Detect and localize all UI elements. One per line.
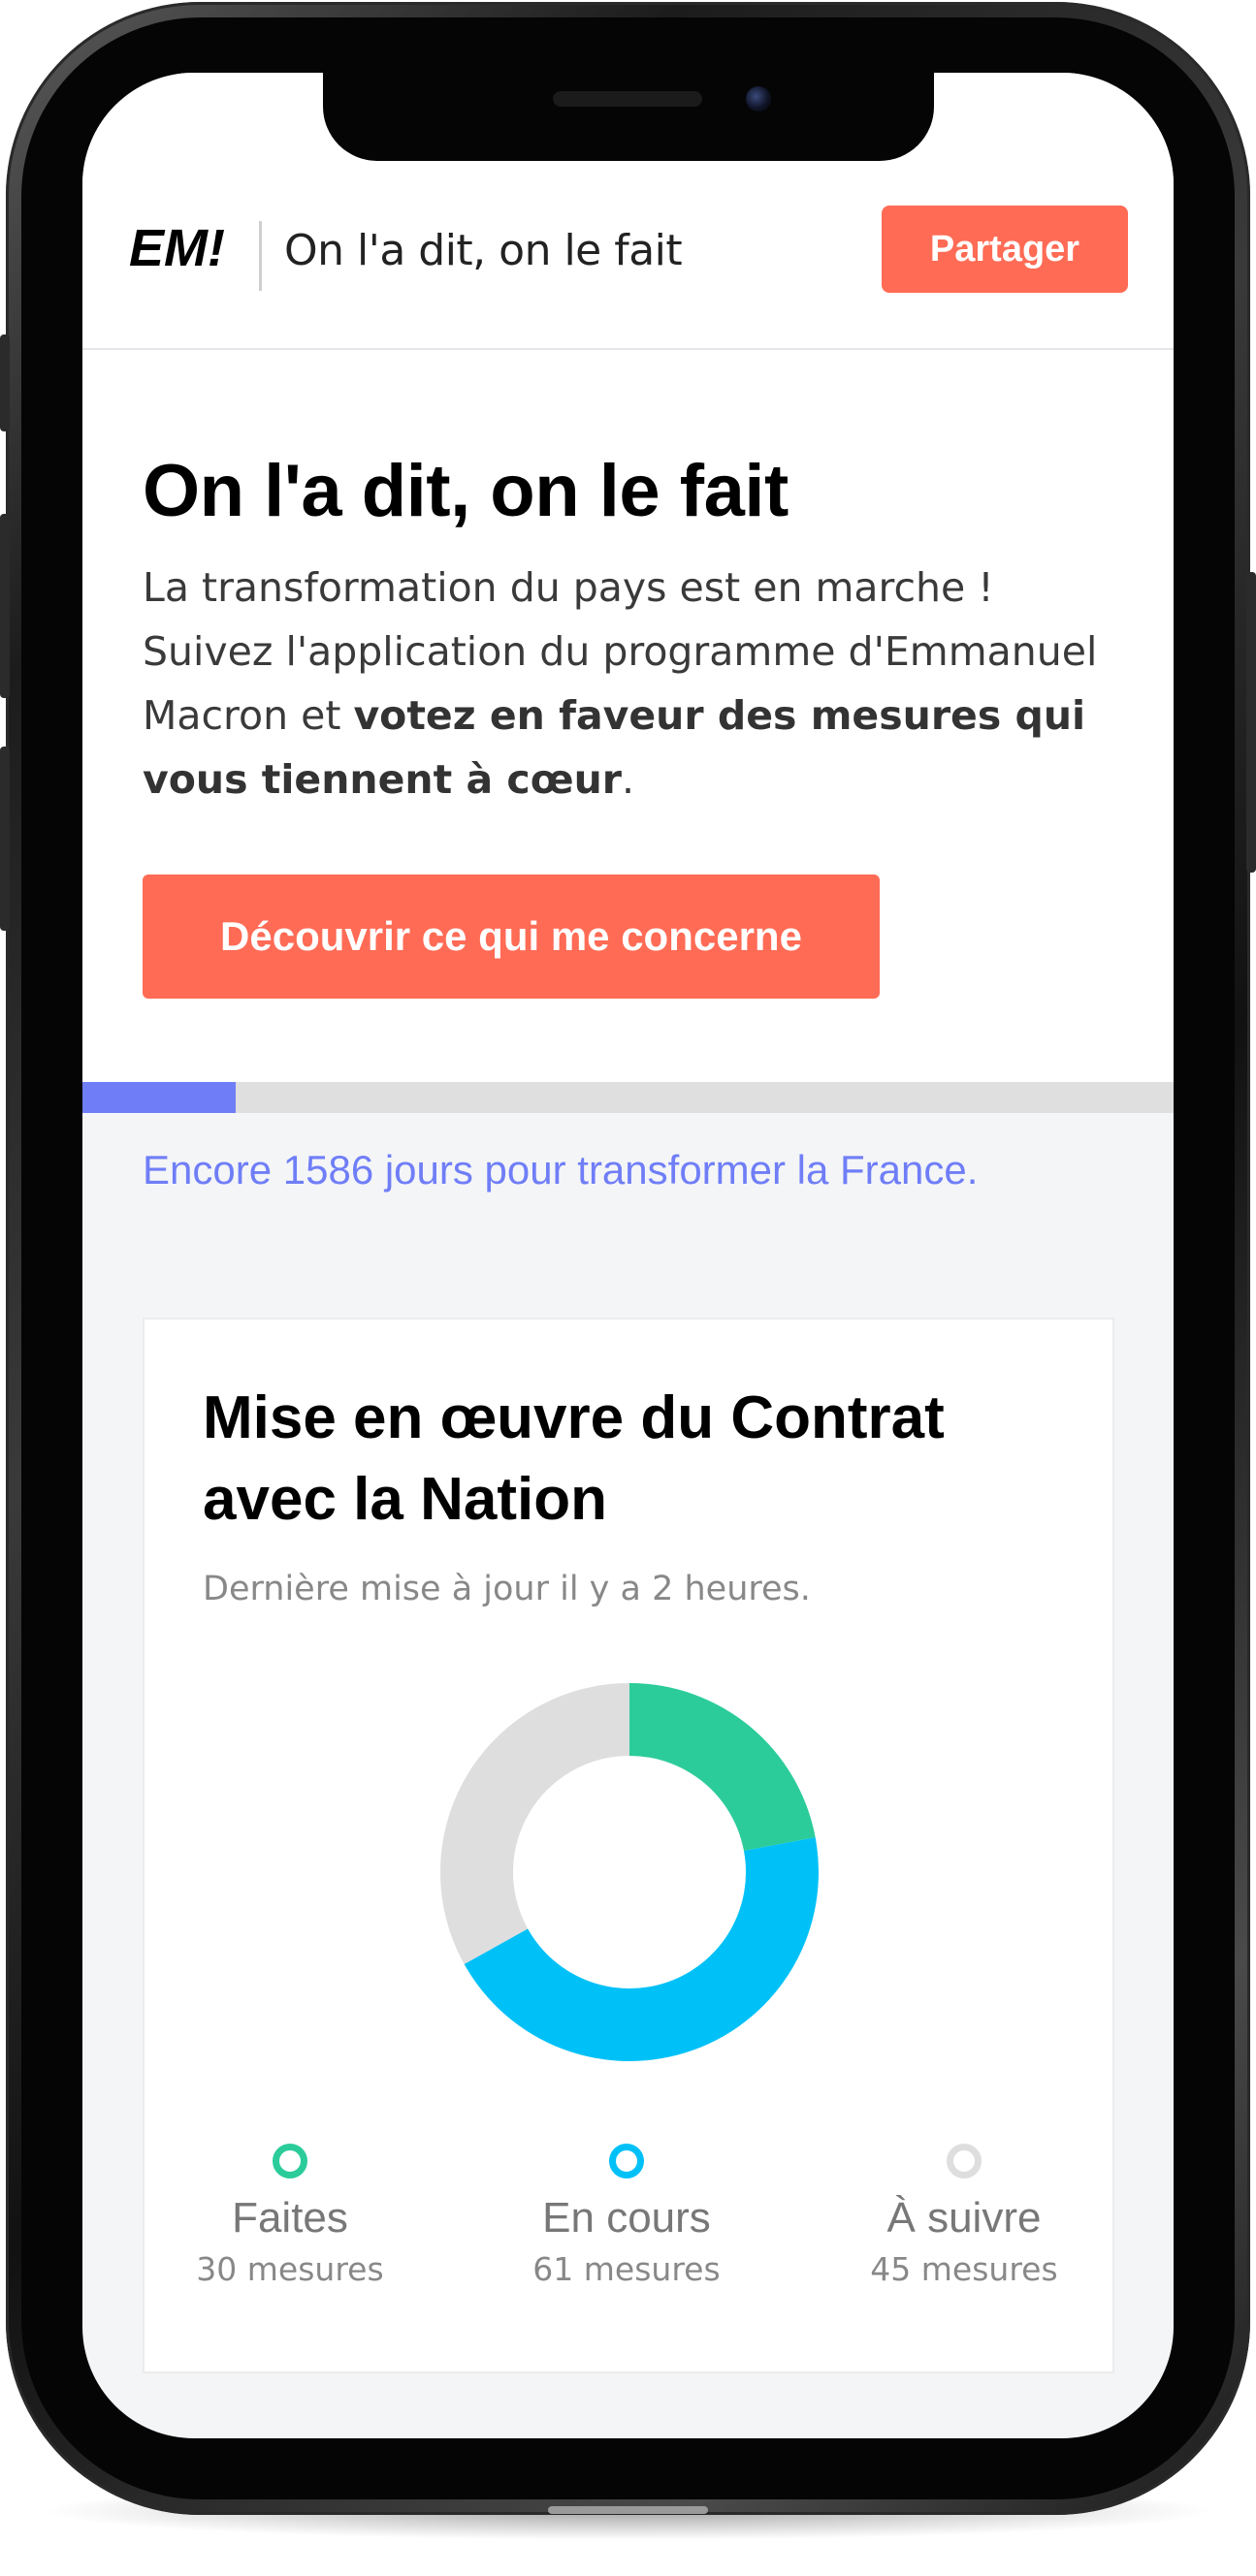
phone-bottom-edge [548,2506,708,2514]
donut-slice--suivre [440,1683,629,1964]
legend-label: Faites [232,2194,348,2242]
donut-slice-faites [629,1683,816,1851]
legend-label: À suivre [886,2194,1042,2242]
legend-ring-icon [273,2144,307,2178]
hero-description: La transformation du pays est en marche … [143,556,1122,811]
phone-volume-up-button [0,514,10,698]
legend-item: En cours 61 mesures [481,2144,772,2288]
phone-volume-down-button [0,747,10,931]
donut-slice-en-cours [464,1837,819,2061]
discover-button[interactable]: Découvrir ce qui me concerne [143,875,880,999]
contract-progress-card: Mise en œuvre du Contrat avec la Nation … [143,1318,1114,2373]
card-title: Mise en œuvre du Contrat avec la Nation [203,1384,945,1533]
phone-speaker [553,91,702,107]
page-title: On l'a dit, on le fait [143,450,789,532]
phone-power-button [1246,572,1256,873]
days-left-text: Encore 1586 jours pour transformer la Fr… [143,1147,979,1193]
share-button[interactable]: Partager [882,206,1128,293]
phone-silent-switch [0,334,10,431]
legend-count: 61 mesures [532,2250,721,2288]
legend-item: À suivre 45 mesures [819,2144,1110,2288]
last-update-text: Dernière mise à jour il y a 2 heures. [203,1570,811,1608]
header-tagline: On l'a dit, on le fait [284,226,683,275]
logo-divider [259,221,262,291]
mandate-progress-bar [82,1082,1174,1113]
mandate-progress-fill [82,1082,236,1113]
legend-count: 45 mesures [870,2250,1058,2288]
legend-ring-icon [947,2144,982,2178]
em-logo[interactable]: EM! [129,218,225,278]
chart-legend: Faites 30 mesures En cours 61 mesures À suiv… [145,2144,1112,2299]
measures-donut-chart [440,1683,819,2061]
legend-count: 30 mesures [196,2250,384,2288]
phone-camera [746,86,771,111]
hero-section: On l'a dit, on le fait La transformation… [82,350,1174,1082]
legend-ring-icon [609,2144,644,2178]
phone-screen: EM! On l'a dit, on le fait Partager On l… [82,73,1174,2438]
hero-description-end: . [621,756,635,803]
legend-item: Faites 30 mesures [145,2144,435,2288]
phone-notch [323,72,934,161]
legend-label: En cours [542,2194,711,2242]
